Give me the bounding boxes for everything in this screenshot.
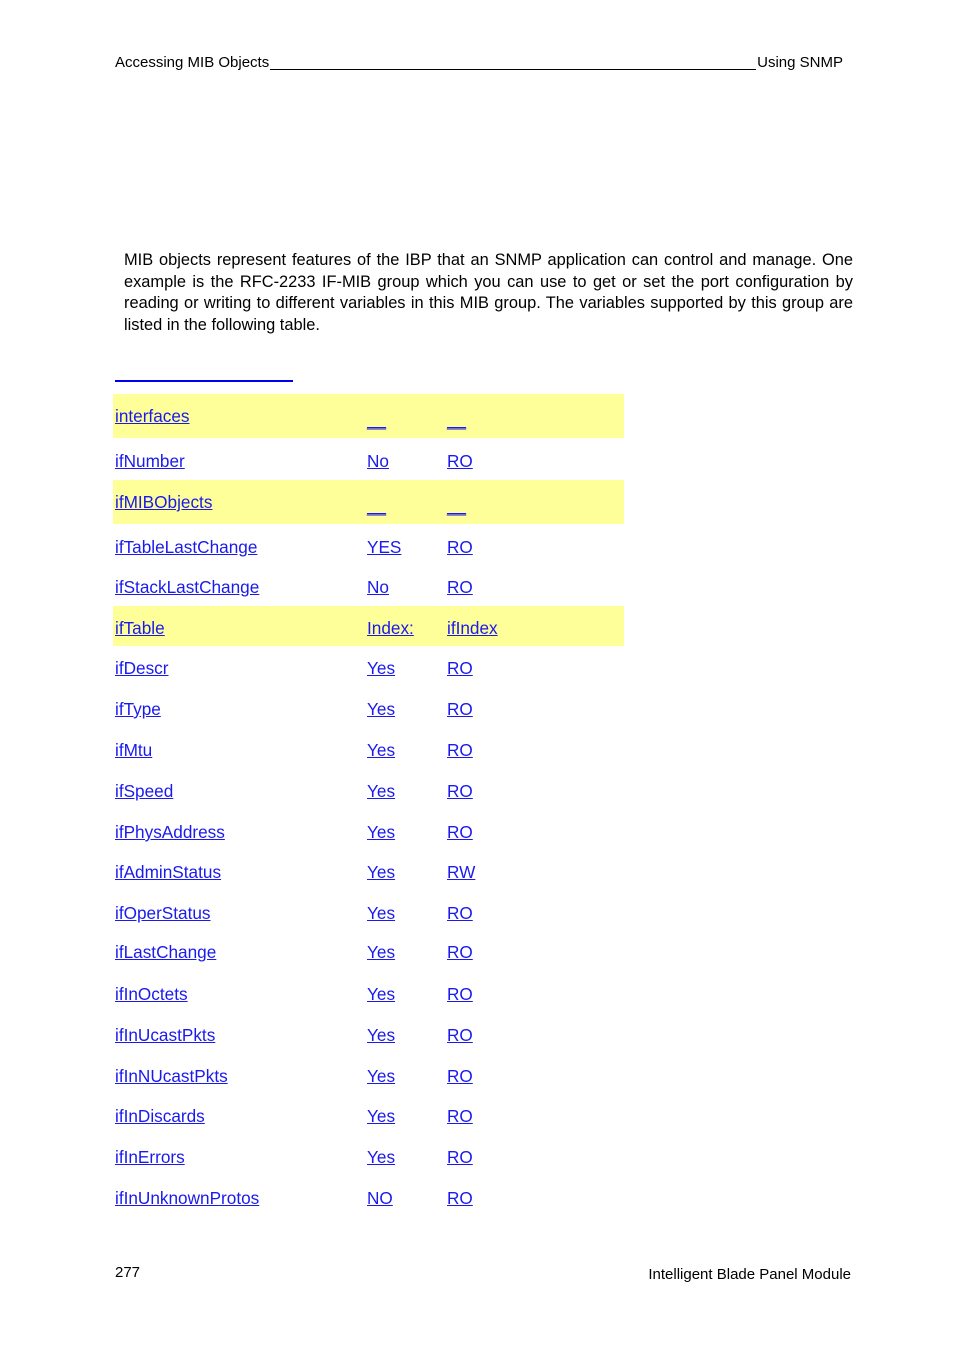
mib-object-link[interactable]: ifInDiscards [115, 1106, 205, 1126]
access-value-link[interactable]: RO [447, 1066, 473, 1086]
mib-object-link[interactable]: ifInUcastPkts [115, 1025, 215, 1045]
mib-object-link[interactable]: ifNumber [115, 451, 185, 471]
table-row: ifInDiscards Yes RO [113, 1094, 624, 1135]
supported-value-link[interactable]: __ [367, 410, 386, 430]
mib-object-link[interactable]: ifInUnknownProtos [115, 1188, 259, 1208]
table-row: interfaces __ __ [113, 394, 624, 438]
table-row: ifInUnknownProtos NO RO [113, 1176, 624, 1216]
supported-value-link[interactable]: Yes [367, 1106, 395, 1126]
access-value-link[interactable]: RO [447, 1106, 473, 1126]
header-chapter-title: Using SNMP [757, 54, 843, 71]
table-row: ifLastChange Yes RO [113, 931, 624, 972]
table-row: ifPhysAddress Yes RO [113, 810, 624, 850]
header-section-title: Accessing MIB Objects [115, 54, 270, 71]
supported-value-link[interactable]: Yes [367, 1025, 395, 1045]
mib-object-link[interactable]: interfaces [115, 406, 190, 426]
intro-paragraph: MIB objects represent features of the IB… [124, 251, 853, 334]
table-row: ifOperStatus Yes RO [113, 891, 624, 931]
access-value-link[interactable]: RO [447, 903, 473, 923]
table-row: ifNumber No RO [113, 438, 624, 480]
supported-value-link[interactable]: Index: [367, 618, 414, 638]
supported-value-link[interactable]: Yes [367, 1066, 395, 1086]
mib-object-link[interactable]: ifSpeed [115, 781, 173, 801]
mib-object-link[interactable]: ifTable [115, 618, 165, 638]
mib-object-link[interactable]: ifInOctets [115, 984, 188, 1004]
access-value-link[interactable]: RO [447, 577, 473, 597]
access-value-link[interactable]: RO [447, 658, 473, 678]
access-value-link[interactable]: RO [447, 1147, 473, 1167]
table-row: ifType Yes RO [113, 687, 624, 728]
page-header: Accessing MIB Objects Using SNMP [115, 54, 843, 72]
mib-object-link[interactable]: ifTableLastChange [115, 537, 257, 557]
table-title-link[interactable] [115, 380, 293, 382]
mib-object-link[interactable]: ifType [115, 699, 161, 719]
access-value-link[interactable]: RO [447, 1188, 473, 1208]
supported-value-link[interactable]: Yes [367, 658, 395, 678]
mib-object-link[interactable]: ifDescr [115, 658, 168, 678]
mib-variables-table: interfaces __ __ ifNumber No RO ifMIBObjects __… [113, 394, 624, 1216]
supported-value-link[interactable]: Yes [367, 984, 395, 1004]
table-row: ifInErrors Yes RO [113, 1135, 624, 1176]
table-row: ifStackLastChange No RO [113, 566, 624, 606]
supported-value-link[interactable]: YES [367, 537, 401, 557]
mib-object-link[interactable]: ifMIBObjects [115, 492, 212, 512]
table-row: ifAdminStatus Yes RW [113, 850, 624, 891]
access-value-link[interactable]: RO [447, 822, 473, 842]
table-row: ifDescr Yes RO [113, 646, 624, 687]
supported-value-link[interactable]: Yes [367, 1147, 395, 1167]
table-row: ifTable Index: ifIndex [113, 606, 624, 646]
access-value-link[interactable]: RO [447, 537, 473, 557]
supported-value-link[interactable]: Yes [367, 781, 395, 801]
mib-object-link[interactable]: ifAdminStatus [115, 862, 221, 882]
footer-product-name: Intelligent Blade Panel Module [648, 1266, 851, 1283]
table-row: ifSpeed Yes RO [113, 769, 624, 810]
supported-value-link[interactable]: Yes [367, 942, 395, 962]
supported-value-link[interactable]: Yes [367, 699, 395, 719]
mib-object-link[interactable]: ifMtu [115, 740, 152, 760]
table-row: ifInNUcastPkts Yes RO [113, 1054, 624, 1094]
supported-value-link[interactable]: __ [367, 496, 386, 516]
access-value-link[interactable]: RO [447, 942, 473, 962]
supported-value-link[interactable]: NO [367, 1188, 393, 1208]
access-value-link[interactable]: RW [447, 862, 475, 882]
mib-object-link[interactable]: ifStackLastChange [115, 577, 259, 597]
supported-value-link[interactable]: Yes [367, 862, 395, 882]
supported-value-link[interactable]: Yes [367, 822, 395, 842]
mib-object-link[interactable]: ifInErrors [115, 1147, 185, 1167]
mib-object-link[interactable]: ifOperStatus [115, 903, 211, 923]
table-row: ifInOctets Yes RO [113, 972, 624, 1013]
supported-value-link[interactable]: Yes [367, 903, 395, 923]
table-row: ifTableLastChange YES RO [113, 524, 624, 566]
mib-object-link[interactable]: ifInNUcastPkts [115, 1066, 228, 1086]
access-value-link[interactable]: __ [447, 496, 466, 516]
access-value-link[interactable]: RO [447, 740, 473, 760]
table-row: ifInUcastPkts Yes RO [113, 1013, 624, 1054]
access-value-link[interactable]: RO [447, 984, 473, 1004]
access-value-link[interactable]: ifIndex [447, 618, 498, 638]
access-value-link[interactable]: RO [447, 781, 473, 801]
table-row: ifMIBObjects __ __ [113, 480, 624, 524]
access-value-link[interactable]: __ [447, 410, 466, 430]
access-value-link[interactable]: RO [447, 699, 473, 719]
header-rule [270, 69, 757, 70]
supported-value-link[interactable]: No [367, 577, 389, 597]
mib-object-link[interactable]: ifPhysAddress [115, 822, 225, 842]
table-row: ifMtu Yes RO [113, 728, 624, 769]
mib-object-link[interactable]: ifLastChange [115, 942, 216, 962]
page-number: 277 [115, 1264, 141, 1281]
supported-value-link[interactable]: Yes [367, 740, 395, 760]
access-value-link[interactable]: RO [447, 451, 473, 471]
access-value-link[interactable]: RO [447, 1025, 473, 1045]
supported-value-link[interactable]: No [367, 451, 389, 471]
